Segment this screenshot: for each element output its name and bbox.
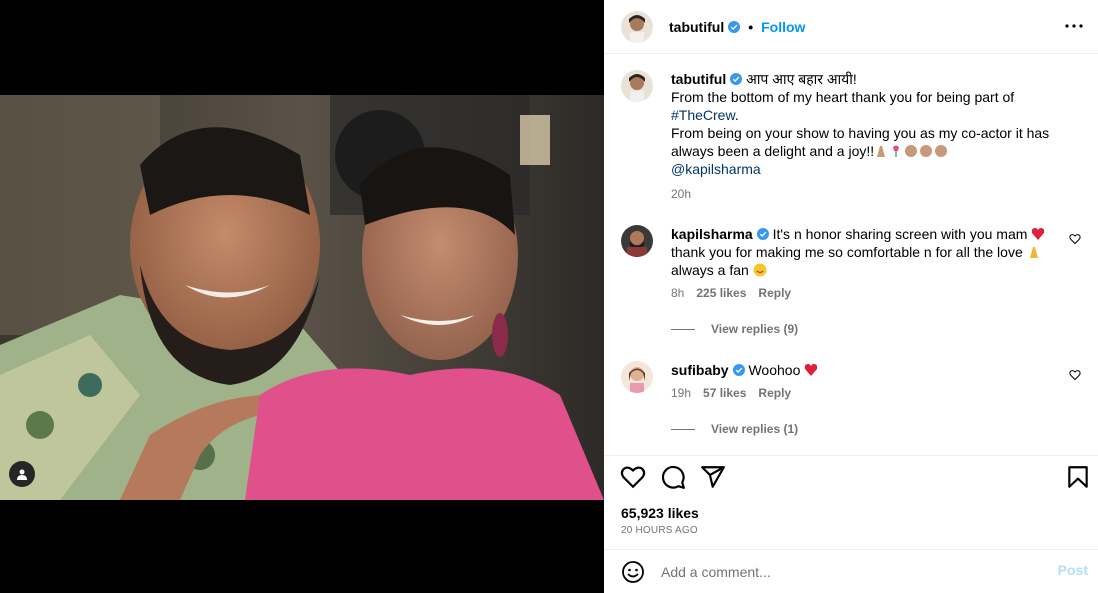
red-heart-emoji — [1032, 228, 1045, 240]
bookmark-icon[interactable] — [1065, 464, 1091, 490]
post-comment-button[interactable]: Post — [1058, 562, 1088, 578]
comment-text-3: always a fan — [671, 262, 749, 278]
verified-badge-icon — [756, 228, 769, 240]
mention-link[interactable]: @kapilsharma — [671, 161, 761, 177]
verified-badge-icon — [730, 73, 743, 85]
view-replies-button[interactable]: View replies (1) — [671, 422, 798, 436]
comment-likes[interactable]: 225 likes — [696, 285, 746, 301]
replies-divider — [671, 428, 695, 430]
comment-icon[interactable] — [660, 464, 686, 490]
commenter-avatar[interactable] — [621, 225, 653, 257]
caption-line-3: From being on your show to having you as… — [671, 125, 1050, 159]
clapping-hands-emoji — [935, 145, 948, 157]
view-replies-label: View replies (9) — [711, 322, 799, 336]
caption-meta: 20h — [671, 186, 1061, 202]
comment-body: sufibaby Woohoo 19h 57 likes Reply — [671, 361, 1061, 401]
verified-badge-icon — [728, 20, 741, 33]
comment-author[interactable]: kapilsharma — [671, 226, 753, 242]
more-options-icon[interactable] — [1062, 14, 1086, 38]
replies-divider — [671, 328, 695, 330]
comment-item: kapilsharma It's n honor sharing screen … — [621, 225, 1081, 300]
likes-count[interactable]: 65,923 likes — [621, 505, 699, 521]
posted-time: 20 HOURS AGO — [621, 525, 698, 536]
tulip-emoji — [893, 145, 900, 157]
author-username[interactable]: tabutiful — [669, 19, 724, 35]
verified-badge-icon — [732, 364, 745, 376]
media-pane — [0, 0, 604, 593]
photo-image — [0, 95, 604, 500]
reply-button[interactable]: Reply — [758, 385, 791, 401]
comment-text: Woohoo — [748, 362, 801, 378]
hashtag-link[interactable]: #TheCrew — [671, 107, 735, 123]
caption: tabutiful आप आए बहार आयी! From the botto… — [621, 70, 1081, 202]
comment-meta: 8h 225 likes Reply — [671, 285, 1061, 301]
comment-input[interactable] — [661, 563, 1041, 580]
caption-age: 20h — [671, 187, 692, 201]
clapping-hands-emoji — [920, 145, 933, 157]
post-photo[interactable] — [0, 95, 604, 500]
caption-author[interactable]: tabutiful — [671, 71, 726, 87]
red-heart-emoji — [805, 364, 818, 376]
comment-heart-icon[interactable] — [1069, 233, 1081, 245]
smiling-face-emoji — [753, 263, 767, 277]
commenter-avatar[interactable] — [621, 361, 653, 393]
view-replies-button[interactable]: View replies (9) — [671, 322, 798, 336]
emoji-icon[interactable] — [621, 560, 645, 584]
caption-emojis — [874, 143, 949, 159]
user-tag-icon[interactable] — [9, 461, 35, 487]
folded-hands-emoji — [877, 146, 886, 157]
caption-period: . — [734, 107, 739, 123]
share-icon[interactable] — [700, 464, 726, 490]
follow-button[interactable]: Follow — [761, 19, 805, 35]
view-replies-label: View replies (1) — [711, 422, 799, 436]
reply-button[interactable]: Reply — [758, 285, 791, 301]
comment-item: sufibaby Woohoo 19h 57 likes Reply — [621, 361, 1081, 401]
comments-section: tabutiful आप आए बहार आयी! From the botto… — [604, 55, 1098, 455]
author-avatar[interactable] — [621, 10, 653, 43]
comment-text-2: thank you for making me so comfortable n… — [671, 244, 1023, 260]
caption-line-1: आप आए बहार आयी! — [746, 71, 857, 87]
comment-age: 19h — [671, 386, 692, 400]
comment-age: 8h — [671, 286, 685, 300]
post-actions-bar — [604, 455, 1098, 497]
separator-dot: • — [748, 18, 754, 35]
heart-icon[interactable] — [620, 464, 646, 490]
post-side-panel: tabutiful • Follow tabutiful आप आए बहार … — [604, 0, 1098, 593]
post-header: tabutiful • Follow — [604, 0, 1098, 54]
comment-heart-icon[interactable] — [1069, 369, 1081, 381]
caption-line-2: From the bottom of my heart thank you fo… — [671, 89, 1015, 105]
comment-author[interactable]: sufibaby — [671, 362, 729, 378]
author-avatar[interactable] — [621, 70, 653, 102]
comment-text: It's n honor sharing screen with you mam — [772, 226, 1028, 242]
add-comment-bar: Post — [604, 549, 1098, 593]
caption-body: tabutiful आप आए बहार आयी! From the botto… — [671, 70, 1061, 202]
clapping-hands-emoji — [905, 145, 918, 157]
comment-body: kapilsharma It's n honor sharing screen … — [671, 225, 1061, 301]
comment-meta: 19h 57 likes Reply — [671, 385, 1061, 401]
folded-hands-emoji — [1029, 247, 1038, 258]
comment-likes[interactable]: 57 likes — [703, 385, 746, 401]
